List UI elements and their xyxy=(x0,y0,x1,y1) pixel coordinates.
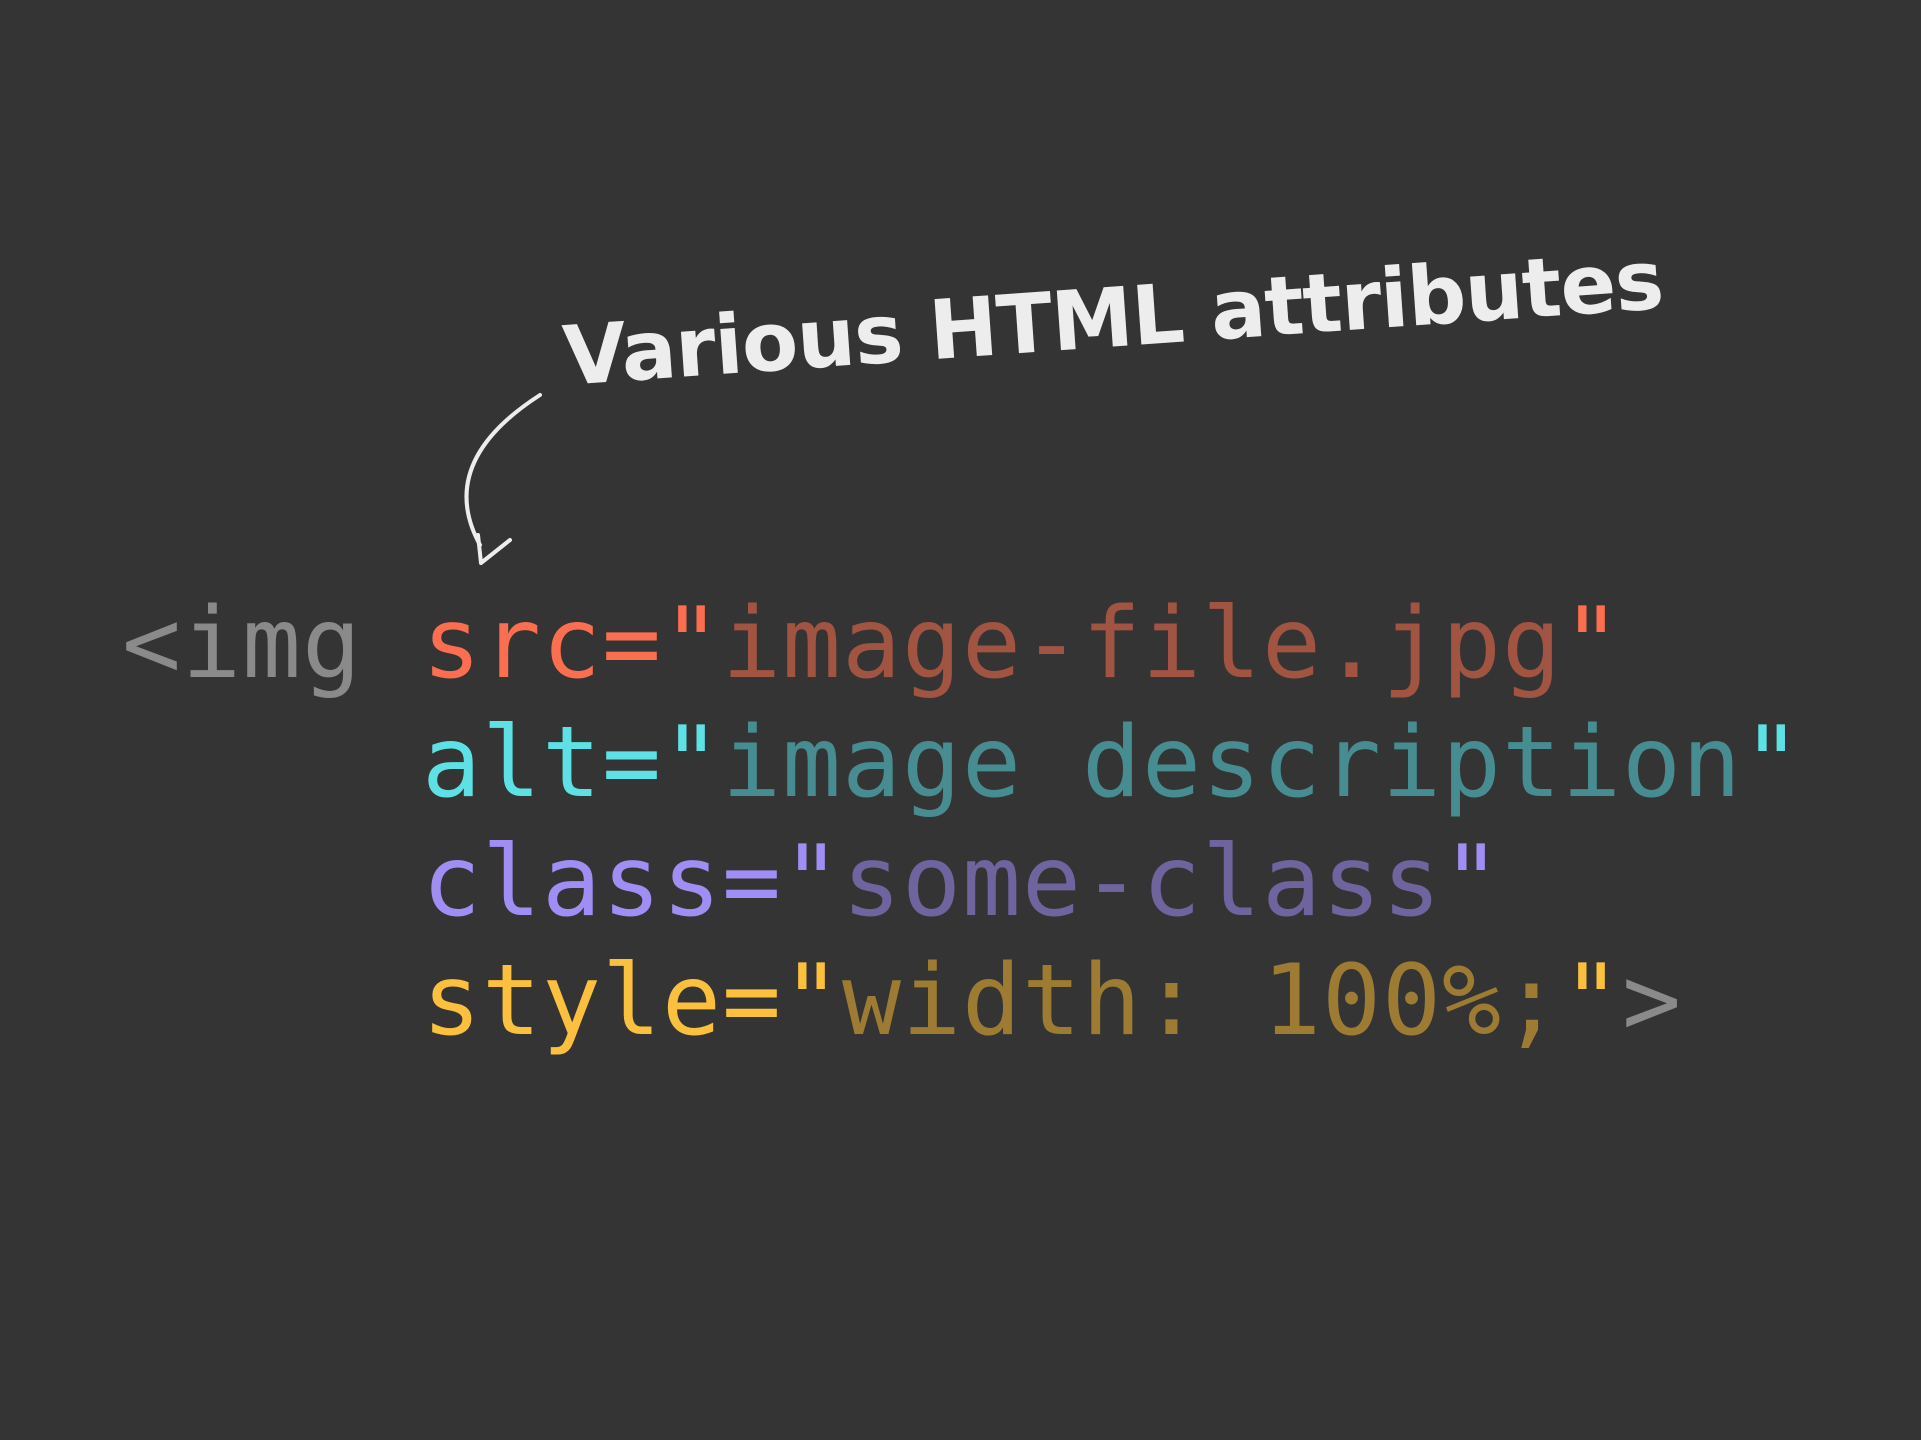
code-line: class="some-class" xyxy=(122,823,1802,942)
code-token-attr-name: class=" xyxy=(422,825,843,939)
code-token-attr-value: image description xyxy=(722,706,1743,820)
code-token-tag-close: > xyxy=(1622,944,1683,1058)
code-token-attr-name: style=" xyxy=(422,944,843,1058)
code-token-attr-quote: " xyxy=(1562,944,1623,1058)
code-token-attr-value: some-class xyxy=(842,825,1443,939)
code-token-attr-quote: " xyxy=(1442,825,1503,939)
diagram-canvas: Various HTML attributes <img src="image-… xyxy=(0,0,1921,1440)
code-token-attr-name: alt=" xyxy=(422,706,723,820)
code-token-tag-open: <img xyxy=(122,587,423,701)
code-line: alt="image description" xyxy=(122,704,1802,823)
code-token-attr-quote: " xyxy=(1742,706,1803,820)
code-token-attr-name: src=" xyxy=(422,587,723,701)
code-token-attr-value: image-file.jpg xyxy=(722,587,1563,701)
code-line: <img src="image-file.jpg" xyxy=(122,585,1802,704)
code-line: style="width: 100%;"> xyxy=(122,942,1802,1061)
code-token-attr-quote: " xyxy=(1562,587,1623,701)
code-token-attr-value: width: 100%; xyxy=(842,944,1563,1058)
code-snippet: <img src="image-file.jpg" alt="image des… xyxy=(122,585,1802,1061)
